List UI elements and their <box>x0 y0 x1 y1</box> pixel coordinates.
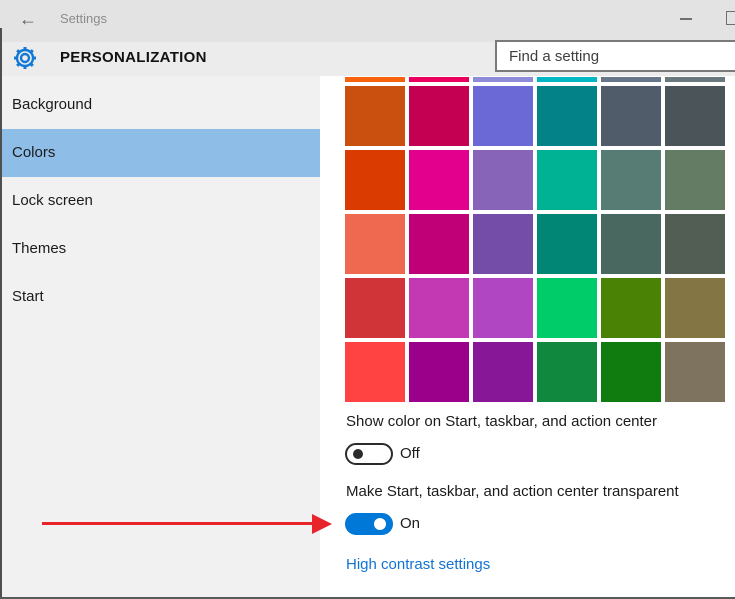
window-left-border <box>0 28 2 599</box>
maximize-button[interactable] <box>726 11 735 25</box>
page-title: PERSONALIZATION <box>60 49 207 66</box>
color-swatch[interactable] <box>409 278 469 338</box>
color-swatch[interactable] <box>665 86 725 146</box>
transparency-label: Make Start, taskbar, and action center t… <box>346 483 679 500</box>
color-swatch[interactable] <box>473 150 533 210</box>
color-swatch[interactable] <box>473 86 533 146</box>
show-color-toggle[interactable] <box>345 443 393 465</box>
color-swatch[interactable] <box>409 150 469 210</box>
window-title: Settings <box>60 11 107 26</box>
transparency-state: On <box>400 515 420 532</box>
color-swatch-partial[interactable] <box>409 77 469 82</box>
show-color-label: Show color on Start, taskbar, and action… <box>346 413 657 430</box>
annotation-arrow-head-icon <box>312 514 332 534</box>
annotation-arrow-line <box>42 522 314 525</box>
color-swatch-partial[interactable] <box>473 77 533 82</box>
toggle-knob-icon <box>353 449 363 459</box>
color-grid <box>345 77 725 402</box>
color-swatch[interactable] <box>537 342 597 402</box>
back-icon[interactable]: ← <box>15 6 41 32</box>
color-swatch[interactable] <box>665 214 725 274</box>
sidebar-item-themes[interactable]: Themes <box>0 225 320 273</box>
color-swatch-partial[interactable] <box>665 77 725 82</box>
sidebar-item-start[interactable]: Start <box>0 273 320 321</box>
color-swatch-partial[interactable] <box>537 77 597 82</box>
title-bar: ← Settings <box>0 0 735 42</box>
color-swatch[interactable] <box>473 278 533 338</box>
color-swatch[interactable] <box>345 278 405 338</box>
color-swatch[interactable] <box>345 342 405 402</box>
color-swatch[interactable] <box>537 86 597 146</box>
search-input[interactable] <box>495 40 735 72</box>
gear-icon <box>12 45 38 71</box>
sidebar-item-colors[interactable]: Colors <box>0 129 320 177</box>
transparency-toggle[interactable] <box>345 513 393 535</box>
color-swatch-partial[interactable] <box>601 77 661 82</box>
color-swatch[interactable] <box>665 342 725 402</box>
sidebar: BackgroundColorsLock screenThemesStart <box>0 76 320 599</box>
color-swatch[interactable] <box>601 342 661 402</box>
minimize-icon <box>680 18 692 20</box>
color-swatch-partial[interactable] <box>345 77 405 82</box>
color-swatch[interactable] <box>537 278 597 338</box>
color-swatch[interactable] <box>409 86 469 146</box>
color-swatch[interactable] <box>537 150 597 210</box>
toggle-knob-icon <box>374 518 386 530</box>
color-swatch[interactable] <box>537 214 597 274</box>
color-swatch[interactable] <box>473 342 533 402</box>
color-swatch[interactable] <box>601 278 661 338</box>
color-swatch[interactable] <box>601 86 661 146</box>
color-swatch[interactable] <box>601 214 661 274</box>
show-color-state: Off <box>400 445 420 462</box>
color-swatch[interactable] <box>345 214 405 274</box>
color-swatch[interactable] <box>665 278 725 338</box>
color-swatch[interactable] <box>345 150 405 210</box>
color-swatch[interactable] <box>409 342 469 402</box>
color-swatch[interactable] <box>473 214 533 274</box>
color-swatch[interactable] <box>409 214 469 274</box>
sidebar-item-lock-screen[interactable]: Lock screen <box>0 177 320 225</box>
sidebar-item-background[interactable]: Background <box>0 81 320 129</box>
color-swatch[interactable] <box>601 150 661 210</box>
color-swatch[interactable] <box>665 150 725 210</box>
high-contrast-link[interactable]: High contrast settings <box>346 556 490 573</box>
color-swatch[interactable] <box>345 86 405 146</box>
minimize-button[interactable] <box>676 10 696 28</box>
